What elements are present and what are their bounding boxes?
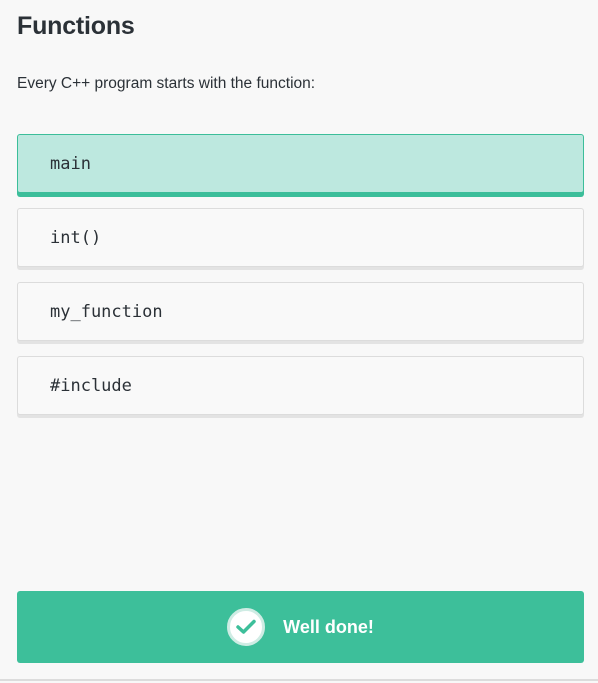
page-title: Functions xyxy=(17,12,135,40)
answer-option-int[interactable]: int() xyxy=(17,208,584,267)
answer-option-my-function[interactable]: my_function xyxy=(17,282,584,341)
answer-option-main[interactable]: main xyxy=(17,134,584,193)
answer-option-label: main xyxy=(50,153,91,174)
answer-options: main int() my_function #include xyxy=(17,134,584,430)
bottom-divider xyxy=(0,679,598,681)
feedback-bar: Well done! xyxy=(17,591,584,663)
quiz-page: Functions Every C++ program starts with … xyxy=(0,0,598,683)
question-text: Every C++ program starts with the functi… xyxy=(17,75,316,92)
feedback-message: Well done! xyxy=(283,616,374,637)
check-icon xyxy=(227,608,266,646)
answer-option-label: #include xyxy=(50,375,132,396)
answer-option-label: my_function xyxy=(50,301,163,322)
answer-option-include[interactable]: #include xyxy=(17,356,584,415)
answer-option-label: int() xyxy=(50,227,102,248)
